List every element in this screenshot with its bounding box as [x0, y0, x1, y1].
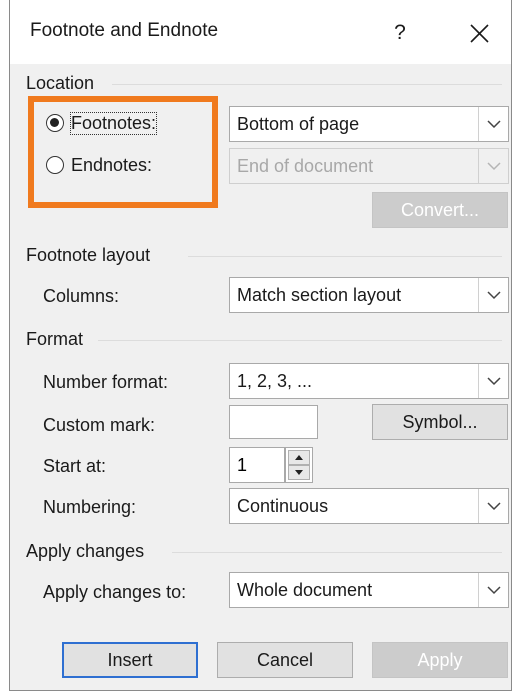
- chevron-down-icon: [487, 162, 501, 171]
- footnotes-position-value: Bottom of page: [237, 114, 360, 134]
- footnote-endnote-dialog: Footnote and Endnote ? Location Footnote…: [9, 0, 512, 691]
- close-icon: [470, 24, 489, 43]
- section-divider: [98, 340, 502, 341]
- dropdown-button[interactable]: [478, 278, 508, 312]
- apply-button: Apply: [372, 642, 508, 678]
- columns-select[interactable]: Match section layout: [229, 277, 509, 313]
- format-heading: Format: [26, 329, 84, 349]
- start-at-label: Start at:: [43, 456, 107, 476]
- close-button[interactable]: [465, 17, 495, 49]
- numbering-value: Continuous: [237, 496, 329, 516]
- numbering-select[interactable]: Continuous: [229, 488, 509, 524]
- chevron-down-icon: [487, 586, 501, 595]
- section-divider: [172, 552, 502, 553]
- endnotes-position-value: End of document: [237, 156, 374, 176]
- footnotes-position-select[interactable]: Bottom of page: [229, 106, 509, 142]
- dialog-title: Footnote and Endnote: [30, 20, 219, 41]
- dropdown-button[interactable]: [478, 107, 508, 141]
- dropdown-button[interactable]: [478, 573, 508, 607]
- highlight-box: [28, 96, 218, 208]
- dropdown-button[interactable]: [478, 364, 508, 398]
- number-format-label: Number format:: [43, 372, 169, 392]
- numbering-label: Numbering:: [43, 497, 137, 517]
- start-at-input[interactable]: 1: [229, 447, 285, 483]
- apply-changes-to-label: Apply changes to:: [43, 582, 187, 602]
- columns-value: Match section layout: [237, 285, 402, 305]
- number-format-select[interactable]: 1, 2, 3, ...: [229, 363, 509, 399]
- title-bar: Footnote and Endnote ?: [10, 0, 511, 64]
- spin-up-button[interactable]: [288, 450, 310, 465]
- chevron-down-icon: [487, 502, 501, 511]
- start-at-spinner[interactable]: [285, 447, 313, 483]
- dropdown-button[interactable]: [478, 489, 508, 523]
- cancel-button[interactable]: Cancel: [217, 642, 353, 678]
- location-heading: Location: [26, 73, 95, 93]
- custom-mark-input[interactable]: [229, 405, 318, 439]
- dropdown-button: [478, 149, 508, 183]
- insert-button[interactable]: Insert: [62, 642, 198, 678]
- footnote-layout-heading: Footnote layout: [26, 245, 151, 265]
- custom-mark-label: Custom mark:: [43, 415, 156, 435]
- apply-changes-heading: Apply changes: [26, 541, 145, 561]
- chevron-down-icon: [487, 291, 501, 300]
- columns-label: Columns:: [43, 286, 120, 306]
- arrow-up-icon: [295, 455, 303, 460]
- convert-button: Convert...: [372, 192, 508, 228]
- chevron-down-icon: [487, 120, 501, 129]
- endnotes-position-select: End of document: [229, 148, 509, 184]
- apply-changes-to-select[interactable]: Whole document: [229, 572, 509, 608]
- number-format-value: 1, 2, 3, ...: [237, 371, 313, 391]
- chevron-down-icon: [487, 377, 501, 386]
- arrow-down-icon: [295, 470, 303, 475]
- section-divider: [188, 256, 502, 257]
- apply-changes-to-value: Whole document: [237, 580, 373, 600]
- help-button[interactable]: ?: [385, 18, 415, 48]
- symbol-button[interactable]: Symbol...: [372, 404, 508, 440]
- spin-down-button[interactable]: [288, 465, 310, 480]
- section-divider: [112, 84, 502, 85]
- start-at-value: 1: [237, 455, 248, 475]
